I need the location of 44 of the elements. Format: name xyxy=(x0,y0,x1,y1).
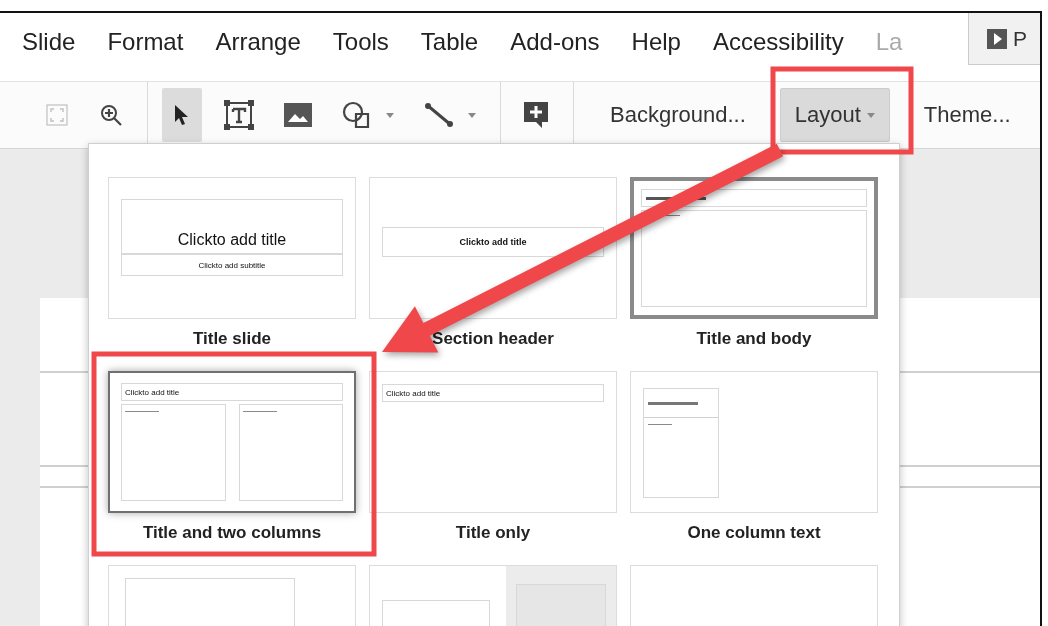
layout-label: Section header xyxy=(432,329,554,349)
layout-thumbnail[interactable]: Clickto add title xyxy=(369,371,617,513)
text-box-icon xyxy=(224,100,254,130)
menu-item[interactable]: Slide xyxy=(22,28,76,56)
play-icon xyxy=(987,28,1007,49)
cursor-button[interactable] xyxy=(162,88,202,142)
layout-label: One column text xyxy=(687,523,821,543)
toolbar-button[interactable]: Layout xyxy=(779,88,890,142)
zoom-in-icon xyxy=(99,103,123,127)
placeholder-text: Clickto add subtitle xyxy=(198,260,266,270)
layout-label: Title and body xyxy=(696,329,812,349)
layout-thumbnail[interactable]: Clickto add title xyxy=(108,371,356,513)
layout-thumbnail[interactable] xyxy=(630,177,878,319)
image-icon xyxy=(284,103,312,127)
caret-icon xyxy=(386,112,394,118)
layout-label: Title only xyxy=(455,523,531,543)
add-comment-icon xyxy=(523,101,549,129)
menu-item[interactable]: Add-ons xyxy=(510,28,600,56)
placeholder-text: Clickto add title xyxy=(459,237,527,247)
caret-icon xyxy=(468,112,476,118)
menu-item[interactable]: Arrange xyxy=(215,28,301,56)
placeholder-text: Clickto add title xyxy=(177,231,287,249)
layout-label: Title slide xyxy=(192,329,272,349)
menu-item[interactable]: Table xyxy=(420,28,479,56)
frame-icon xyxy=(46,104,68,126)
layout-thumbnail[interactable]: Clickto add title xyxy=(369,177,617,319)
layout-thumbnail[interactable]: Clickto add title Clickto add subtitle xyxy=(108,177,356,319)
menu-item[interactable]: Accessibility xyxy=(712,28,844,56)
toolbar-button[interactable]: Background... xyxy=(596,88,760,142)
present-button[interactable]: P xyxy=(968,13,1040,65)
toolbar-button[interactable]: Theme... xyxy=(909,88,1025,142)
menu-item[interactable]: Tools xyxy=(332,28,389,56)
text-line xyxy=(125,411,159,412)
line-icon xyxy=(424,102,454,128)
text-line xyxy=(648,401,698,405)
caret-icon xyxy=(866,112,875,118)
layout-label: Title and two columns xyxy=(142,523,322,543)
menu-item[interactable]: Help xyxy=(631,28,681,56)
text-line xyxy=(648,424,672,425)
shape-icon xyxy=(342,101,372,129)
placeholder-text: Clickto add title xyxy=(386,388,441,398)
menu-item[interactable]: Format xyxy=(107,28,184,56)
text-line xyxy=(242,411,277,412)
placeholder-text: Clickto add title xyxy=(125,387,180,397)
